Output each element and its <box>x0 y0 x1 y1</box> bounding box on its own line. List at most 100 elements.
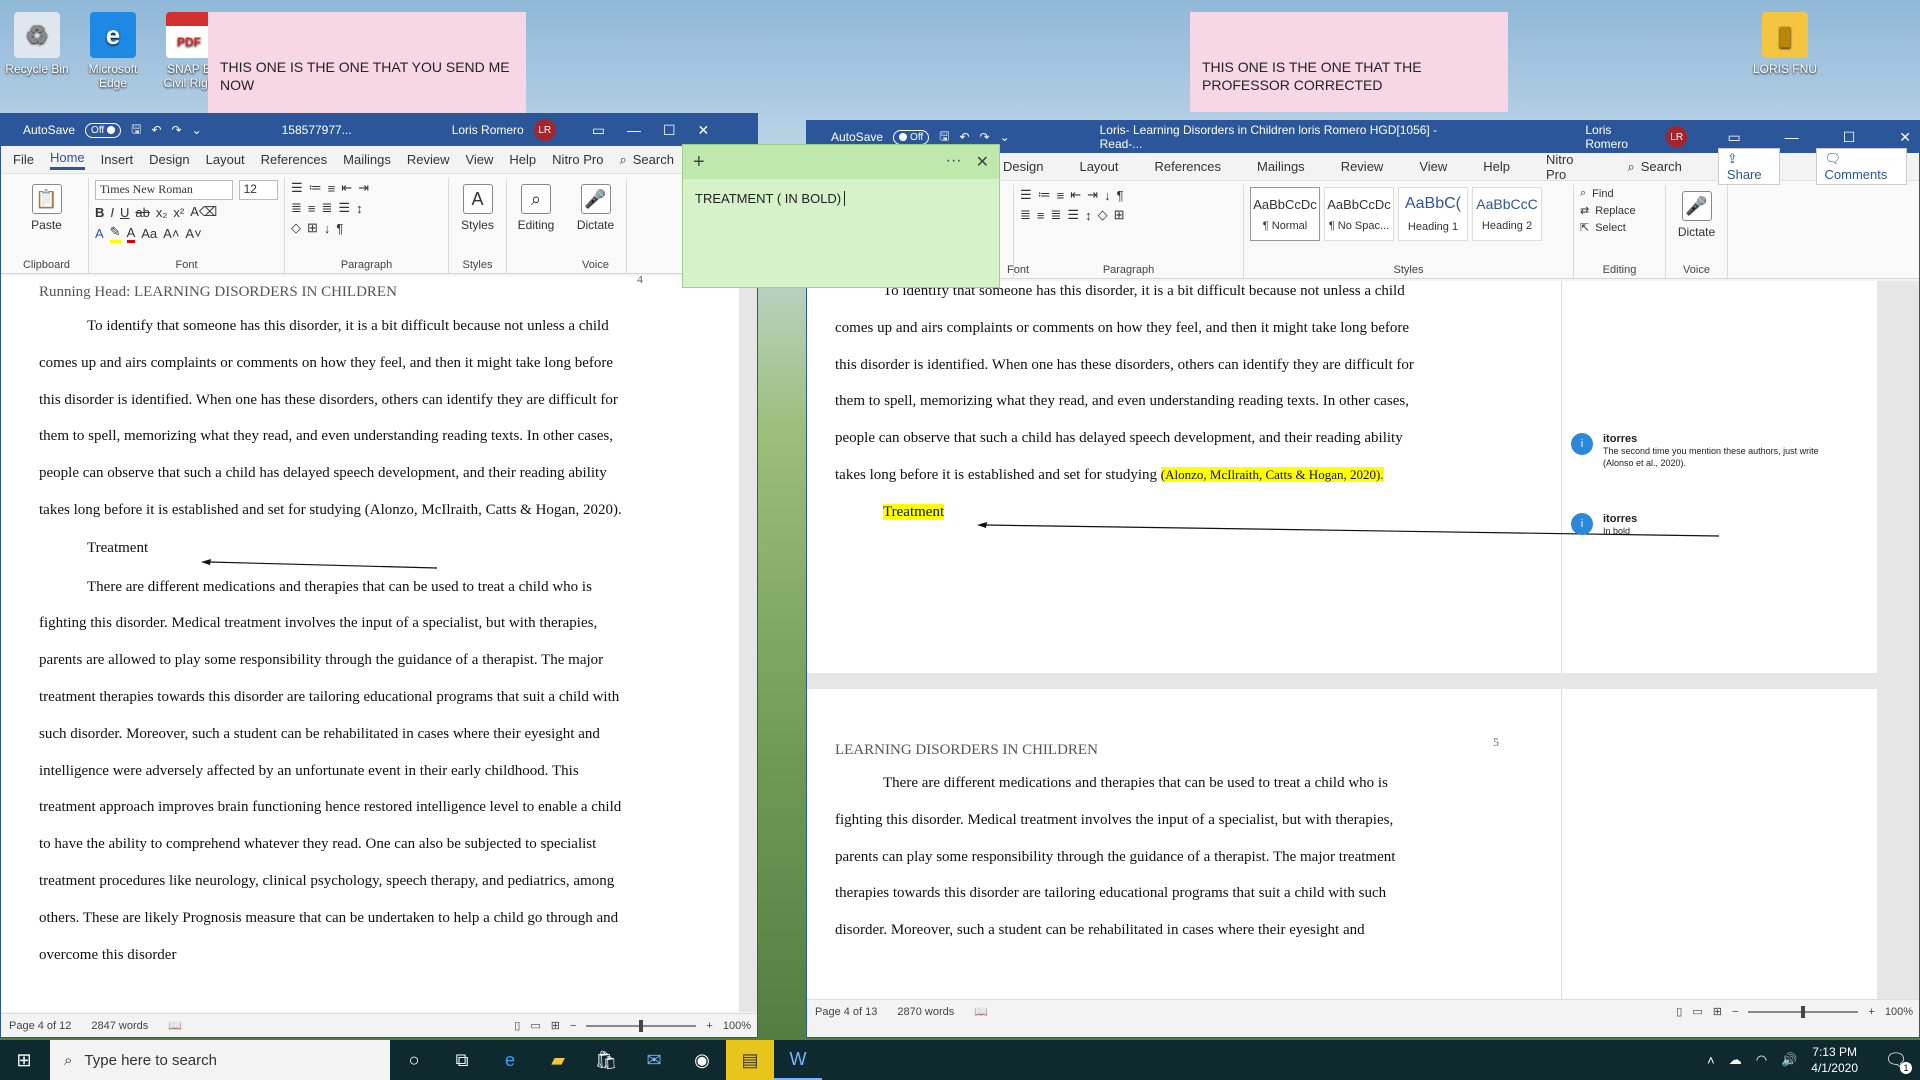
sticky-note-right[interactable]: THIS ONE IS THE ONE THAT THE PROFESSOR C… <box>1190 12 1508 112</box>
find-button[interactable]: Find <box>1592 188 1613 200</box>
redo-icon[interactable]: ↷ <box>172 123 182 137</box>
tab-design[interactable]: Design <box>149 152 189 167</box>
bold-button[interactable]: B <box>95 205 104 220</box>
tab-references[interactable]: References <box>261 152 327 167</box>
page-4[interactable]: To identify that someone has this disord… <box>807 281 1877 673</box>
font-name-combo[interactable]: Times New Roman <box>95 180 233 200</box>
taskbar-search[interactable]: ⌕ Type here to search <box>50 1040 390 1080</box>
show-marks-icon[interactable]: ¶ <box>336 221 343 236</box>
sort-icon[interactable]: ↓ <box>1104 188 1111 203</box>
maximize-icon[interactable]: ☐ <box>663 122 676 139</box>
paste-button[interactable]: 📋 Paste <box>11 180 82 236</box>
tab-view[interactable]: View <box>465 152 493 167</box>
tab-home[interactable]: Home <box>49 150 85 170</box>
show-marks-icon[interactable]: ¶ <box>1117 188 1124 203</box>
shading-icon[interactable]: ◇ <box>1098 207 1108 223</box>
tab-design[interactable]: Design <box>1003 159 1043 174</box>
desktop-icon-folder[interactable]: ▮ LORIS FNU <box>1752 6 1818 76</box>
web-layout-icon[interactable]: ⊞ <box>551 1019 560 1032</box>
maximize-icon[interactable]: ☐ <box>1843 129 1856 146</box>
web-layout-icon[interactable]: ⊞ <box>1713 1005 1722 1018</box>
style-normal[interactable]: AaBbCcDc ¶ Normal <box>1250 187 1320 241</box>
borders-icon[interactable]: ⊞ <box>307 220 318 236</box>
print-layout-icon[interactable]: ▭ <box>530 1019 540 1032</box>
search-icon[interactable]: ⌕ <box>1627 159 1634 175</box>
zoom-slider[interactable] <box>1748 1005 1859 1018</box>
save-icon[interactable]: 🖫 <box>131 120 141 141</box>
tab-mailings[interactable]: Mailings <box>343 152 391 167</box>
borders-icon[interactable]: ⊞ <box>1114 207 1125 223</box>
zoom-thumb[interactable] <box>639 1019 644 1032</box>
text-effects-icon[interactable]: A <box>95 226 104 241</box>
align-right-icon[interactable]: ≣ <box>1051 207 1062 223</box>
desktop-icon-recycle-bin[interactable]: ♻ Recycle Bin <box>4 6 70 76</box>
tab-help[interactable]: Help <box>509 152 536 167</box>
close-icon[interactable]: ✕ <box>976 152 989 172</box>
undo-icon[interactable]: ↶ <box>151 123 161 137</box>
tab-view[interactable]: View <box>1419 159 1447 174</box>
replace-button[interactable]: Replace <box>1595 205 1635 217</box>
editing-button[interactable]: ⌕ Editing <box>513 180 559 236</box>
show-hidden-icons-icon[interactable]: ˄ <box>1707 1053 1715 1068</box>
increase-indent-icon[interactable]: ⇥ <box>1087 187 1098 203</box>
store-icon[interactable]: 🛍 <box>582 1040 630 1080</box>
grow-font-icon[interactable]: A˄ <box>163 226 179 241</box>
ribbon-display-icon[interactable]: ▭ <box>1727 129 1740 146</box>
zoom-in-icon[interactable]: + <box>1868 1006 1874 1018</box>
windows-start-icon[interactable]: ⊞ <box>0 1040 48 1080</box>
read-mode-icon[interactable]: ▯ <box>514 1019 520 1032</box>
align-center-icon[interactable]: ≡ <box>1037 208 1045 223</box>
tab-review[interactable]: Review <box>407 152 450 167</box>
tab-file[interactable]: File <box>13 152 34 167</box>
align-right-icon[interactable]: ≣ <box>322 200 333 216</box>
word-icon[interactable]: W <box>774 1040 822 1080</box>
style-heading-2[interactable]: AaBbCcC Heading 2 <box>1472 187 1542 241</box>
sticky-note-left[interactable]: THIS ONE IS THE ONE THAT YOU SEND ME NOW <box>208 12 526 114</box>
notification-icon[interactable]: 🗨 1 <box>1872 1040 1920 1080</box>
customize-qat-icon[interactable]: ⌄ <box>1000 130 1010 144</box>
tab-layout[interactable]: Layout <box>206 152 245 167</box>
desktop-icon-edge[interactable]: e Microsoft Edge <box>80 6 146 90</box>
align-center-icon[interactable]: ≡ <box>308 201 316 216</box>
minimize-icon[interactable]: — <box>627 122 641 139</box>
dictate-button[interactable]: 🎤 Dictate <box>571 180 620 236</box>
search-icon[interactable]: ⌕ <box>619 152 626 168</box>
tab-mailings[interactable]: Mailings <box>1257 159 1305 174</box>
task-view-icon[interactable]: ⧉ <box>438 1040 486 1080</box>
change-case-icon[interactable]: Aa <box>141 226 157 241</box>
tab-nitro-pro[interactable]: Nitro Pro <box>552 152 603 167</box>
line-spacing-icon[interactable]: ↕ <box>356 201 363 216</box>
more-options-icon[interactable]: ··· <box>946 152 962 172</box>
page-count[interactable]: Page 4 of 12 <box>9 1020 71 1032</box>
underline-button[interactable]: U <box>120 205 129 220</box>
onedrive-icon[interactable]: ☁ <box>1729 1052 1742 1068</box>
sticky-note-body[interactable]: TREATMENT ( IN BOLD) <box>683 179 999 218</box>
select-button[interactable]: Select <box>1595 222 1626 234</box>
user-avatar[interactable]: LR <box>1665 126 1688 148</box>
zoom-slider[interactable] <box>586 1019 697 1032</box>
ribbon-search[interactable]: Search <box>1641 159 1682 174</box>
dictate-button[interactable]: 🎤 Dictate <box>1672 187 1721 243</box>
align-left-icon[interactable]: ≣ <box>1020 207 1031 223</box>
zoom-out-icon[interactable]: − <box>570 1020 576 1032</box>
tab-references[interactable]: References <box>1155 159 1221 174</box>
user-avatar[interactable]: LR <box>533 119 556 141</box>
chrome-icon[interactable]: ◉ <box>678 1040 726 1080</box>
proofing-icon[interactable]: 📖 <box>168 1019 182 1032</box>
undo-icon[interactable]: ↶ <box>959 130 969 144</box>
numbering-icon[interactable]: ≔ <box>309 180 322 196</box>
tab-review[interactable]: Review <box>1341 159 1384 174</box>
ribbon-search[interactable]: Search <box>633 152 674 167</box>
tab-insert[interactable]: Insert <box>101 152 134 167</box>
justify-icon[interactable]: ☰ <box>1067 207 1079 223</box>
align-left-icon[interactable]: ≣ <box>291 200 302 216</box>
word-count[interactable]: 2847 words <box>91 1020 148 1032</box>
page-4[interactable]: 4 Running Head: LEARNING DISORDERS IN CH… <box>1 276 739 1012</box>
print-layout-icon[interactable]: ▭ <box>1692 1005 1702 1018</box>
sort-icon[interactable]: ↓ <box>324 221 331 236</box>
shrink-font-icon[interactable]: A˅ <box>185 226 201 241</box>
clock[interactable]: 7:13 PM 4/1/2020 <box>1811 1044 1872 1076</box>
subscript-button[interactable]: x₂ <box>156 205 168 220</box>
tab-nitro-pro[interactable]: Nitro Pro <box>1546 152 1591 182</box>
bullets-icon[interactable]: ☰ <box>1020 187 1032 203</box>
